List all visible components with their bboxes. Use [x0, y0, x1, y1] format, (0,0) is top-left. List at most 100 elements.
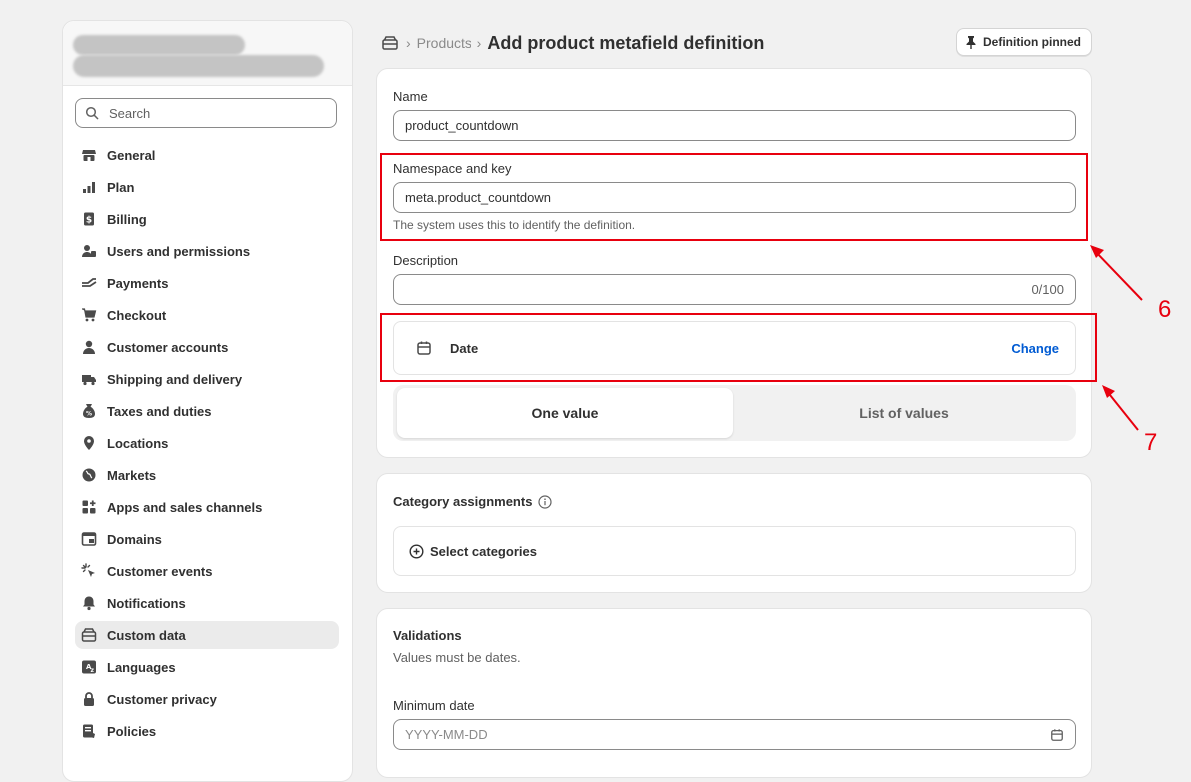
category-title-text: Category assignments: [393, 494, 533, 509]
change-type-link[interactable]: Change: [1011, 341, 1059, 356]
sidebar-item-policies[interactable]: Policies: [75, 717, 339, 745]
select-categories-label: Select categories: [430, 543, 537, 559]
sidebar-item-label: Notifications: [107, 595, 186, 611]
sidebar-item-languages[interactable]: Az Languages: [75, 653, 339, 681]
lock-icon: [79, 689, 99, 709]
annotation-label-7: 7: [1144, 429, 1158, 456]
sidebar-item-billing[interactable]: $ Billing: [75, 205, 339, 233]
annotation-label-6: 6: [1158, 296, 1172, 323]
definition-pinned-button[interactable]: Definition pinned: [956, 28, 1092, 56]
billing-icon: $: [79, 209, 99, 229]
sidebar-item-label: Custom data: [107, 627, 186, 643]
apps-icon: [79, 497, 99, 517]
info-icon[interactable]: [538, 494, 553, 509]
sidebar-item-label: Billing: [107, 211, 147, 227]
sidebar-item-label: Customer privacy: [107, 691, 217, 707]
payments-icon: [79, 273, 99, 293]
sidebar-item-label: Domains: [107, 531, 162, 547]
sidebar-item-label: Shipping and delivery: [107, 371, 243, 387]
sidebar-item-users[interactable]: Users and permissions: [75, 237, 339, 265]
description-label: Description: [393, 253, 459, 268]
definition-card: Name product_countdown Namespace and key…: [376, 68, 1092, 458]
name-label: Name: [393, 89, 428, 104]
svg-text:%: %: [86, 411, 92, 418]
sidebar-item-plan[interactable]: Plan: [75, 173, 339, 201]
cursor-click-icon: [79, 561, 99, 581]
sidebar-item-locations[interactable]: Locations: [75, 429, 339, 457]
list-of-values-option[interactable]: List of values: [736, 388, 1072, 438]
sidebar-item-label: Checkout: [107, 307, 167, 323]
plan-icon: [79, 177, 99, 197]
breadcrumb-separator: ›: [406, 35, 411, 51]
pin-icon: [966, 36, 976, 49]
type-name: Date: [450, 340, 479, 356]
validations-subtitle: Values must be dates.: [393, 650, 521, 665]
sidebar-item-customer-accounts[interactable]: Customer accounts: [75, 333, 339, 361]
pin-button-label: Definition pinned: [983, 35, 1081, 49]
namespace-key-field[interactable]: meta.product_countdown: [393, 182, 1076, 213]
calendar-icon[interactable]: [1050, 728, 1064, 742]
redacted-store-url: [73, 55, 324, 77]
name-field[interactable]: product_countdown: [393, 110, 1076, 141]
name-value: product_countdown: [405, 118, 519, 133]
category-card: Category assignments Select categories: [376, 473, 1092, 593]
namespace-value: meta.product_countdown: [405, 190, 551, 205]
domains-icon: [79, 529, 99, 549]
category-title: Category assignments: [393, 494, 553, 509]
sidebar-item-label: Customer events: [107, 563, 213, 579]
search-icon: [85, 106, 99, 120]
sidebar-item-label: Locations: [107, 435, 169, 451]
sidebar-item-apps[interactable]: Apps and sales channels: [75, 493, 339, 521]
settings-sidebar: General Plan $ Billing Users and permiss…: [62, 20, 353, 782]
sidebar-item-customer-events[interactable]: Customer events: [75, 557, 339, 585]
store-icon: [79, 145, 99, 165]
svg-text:$: $: [86, 216, 92, 226]
calendar-icon: [416, 339, 434, 357]
translate-icon: Az: [79, 657, 99, 677]
search-input[interactable]: [107, 104, 331, 122]
sidebar-item-domains[interactable]: Domains: [75, 525, 339, 553]
sidebar-item-label: Policies: [107, 723, 157, 739]
person-icon: [79, 337, 99, 357]
namespace-label: Namespace and key: [393, 161, 512, 176]
description-field[interactable]: 0/100: [393, 274, 1076, 305]
plus-circle-icon: [409, 543, 424, 559]
type-selector: Date Change: [393, 321, 1076, 375]
namespace-help-text: The system uses this to identify the def…: [393, 218, 636, 232]
one-value-option[interactable]: One value: [397, 388, 733, 438]
sidebar-item-label: Taxes and duties: [107, 403, 212, 419]
custom-data-icon: [79, 625, 99, 645]
minimum-date-field[interactable]: YYYY-MM-DD: [393, 719, 1076, 750]
sidebar-item-label: Payments: [107, 275, 169, 291]
store-header[interactable]: [63, 21, 352, 86]
select-categories-button[interactable]: Select categories: [393, 526, 1076, 576]
sidebar-item-taxes[interactable]: % Taxes and duties: [75, 397, 339, 425]
svg-text:z: z: [91, 667, 95, 674]
sidebar-item-label: Languages: [107, 659, 176, 675]
breadcrumb-products-link[interactable]: Products: [417, 35, 471, 51]
redacted-store-name: [73, 35, 245, 55]
sidebar-item-label: Apps and sales channels: [107, 499, 263, 515]
custom-data-icon[interactable]: [380, 33, 400, 53]
sidebar-item-label: Markets: [107, 467, 157, 483]
truck-icon: [79, 369, 99, 389]
page-title: Add product metafield definition: [487, 32, 765, 53]
sidebar-item-payments[interactable]: Payments: [75, 269, 339, 297]
users-icon: [79, 241, 99, 261]
page-header: › Products › Add product metafield defin…: [380, 28, 1092, 58]
sidebar-item-general[interactable]: General: [75, 141, 339, 169]
breadcrumb-separator: ›: [476, 35, 482, 51]
sidebar-item-checkout[interactable]: Checkout: [75, 301, 339, 329]
value-count-toggle: One value List of values: [393, 385, 1076, 441]
globe-icon: [79, 465, 99, 485]
sidebar-item-label: Plan: [107, 179, 135, 195]
validations-title: Validations: [393, 628, 462, 643]
sidebar-item-markets[interactable]: Markets: [75, 461, 339, 489]
sidebar-item-notifications[interactable]: Notifications: [75, 589, 339, 617]
sidebar-item-custom-data[interactable]: Custom data: [75, 621, 339, 649]
search-box[interactable]: [75, 98, 337, 128]
settings-nav: General Plan $ Billing Users and permiss…: [75, 141, 339, 749]
sidebar-item-customer-privacy[interactable]: Customer privacy: [75, 685, 339, 713]
policy-icon: [79, 721, 99, 741]
sidebar-item-shipping[interactable]: Shipping and delivery: [75, 365, 339, 393]
